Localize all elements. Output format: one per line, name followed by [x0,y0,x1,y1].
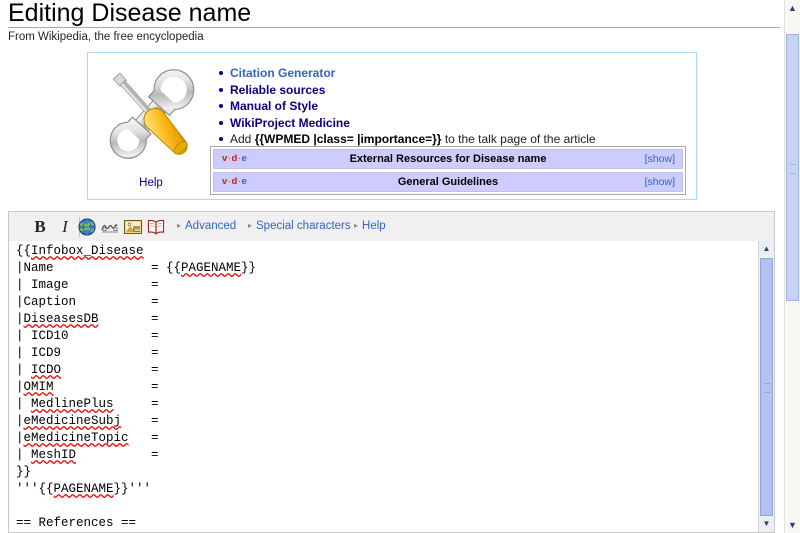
show-link[interactable]: [show] [645,176,675,188]
wikitext-editor[interactable]: {{Infobox_Disease |Name = {{PAGENAME}} |… [8,241,775,533]
add-template-prefix: Add [230,132,255,146]
scroll-down-arrow-icon[interactable]: ▼ [759,516,774,532]
chevron-right-icon: ▸ [248,221,253,230]
add-template-code: {{WPMED |class= |importance=}} [254,132,442,146]
list-item: WikiProject Medicine [219,115,710,132]
site-tagline: From Wikipedia, the free encyclopedia [8,31,204,43]
navbox-title: External Resources for Disease name [349,153,547,165]
navbox-external-resources[interactable]: v·d·e External Resources for Disease nam… [213,149,683,169]
wrench-screwdriver-icon [91,55,211,175]
textarea-scrollbar[interactable]: ▲ ▼ [758,241,774,532]
italic-button[interactable]: I [54,216,76,238]
toolbar-menu-label: Special characters [256,220,351,232]
wikiproject-toolbox-panel: Help Citation Generator Reliable sources… [87,52,697,200]
scroll-thumb-grip [790,163,796,174]
reference-book-icon[interactable] [147,218,165,236]
navbox-show-toggle[interactable]: [show] [645,153,675,165]
navbox-show-toggle[interactable]: [show] [645,176,675,188]
page-scroll-up-arrow-icon[interactable]: ▲ [785,0,800,16]
edit-page: Editing Disease name From Wikipedia, the… [0,0,800,533]
show-link[interactable]: [show] [645,153,675,165]
wikieditor-toolbar: B I ▸ Advanced ▸ Special characters ▸ He… [8,211,775,242]
toolbar-menu-advanced[interactable]: ▸ Advanced [177,220,236,232]
signature-icon[interactable] [101,218,119,236]
embedded-image-icon[interactable] [124,218,142,236]
link-reliable-sources[interactable]: Reliable sources [230,83,325,97]
link-manual-of-style[interactable]: Manual of Style [230,99,318,113]
textarea-scroll-thumb[interactable] [760,258,773,516]
toolbar-menu-label: Help [362,220,386,232]
list-item: Manual of Style [219,98,710,115]
chevron-right-icon: ▸ [177,221,182,230]
link-wikiproject-medicine[interactable]: WikiProject Medicine [230,116,350,130]
toolbar-menu-special-characters[interactable]: ▸ Special characters [248,220,351,232]
wikitext-content[interactable]: {{Infobox_Disease |Name = {{PAGENAME}} |… [16,243,256,532]
page-scroll-down-arrow-icon[interactable]: ▼ [785,517,800,533]
navbox-title: General Guidelines [397,176,499,188]
chevron-right-icon: ▸ [354,221,359,230]
scroll-up-arrow-icon[interactable]: ▲ [759,241,774,257]
bold-button[interactable]: B [29,216,51,238]
globe-link-icon[interactable] [78,218,96,236]
page-scroll-thumb[interactable] [786,34,799,301]
toolbox-help-label[interactable]: Help [91,177,211,189]
title-divider [8,27,780,28]
page-scrollbar[interactable]: ▲ ▼ [784,0,800,533]
add-template-suffix: to the talk page of the article [441,132,596,146]
scroll-thumb-grip [764,383,770,393]
list-item: Reliable sources [219,82,710,99]
list-item: Citation Generator [219,65,710,82]
toolbar-menu-label: Advanced [185,220,237,232]
link-citation-generator[interactable]: Citation Generator [230,66,335,80]
toolbox-link-list: Citation Generator Reliable sources Manu… [210,65,710,148]
toolbar-menu-help[interactable]: ▸ Help [354,220,386,232]
navbox-general-guidelines[interactable]: v·d·e General Guidelines [show] [213,172,683,192]
page-title: Editing Disease name [8,0,252,27]
collapsible-navbox-group: v·d·e External Resources for Disease nam… [210,146,686,195]
